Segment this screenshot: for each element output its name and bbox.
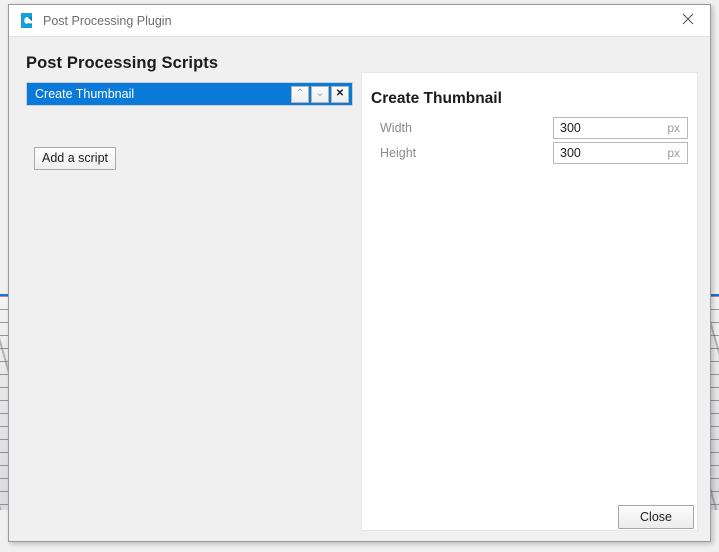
width-unit-label: px xyxy=(667,121,680,135)
scripts-heading: Post Processing Scripts xyxy=(26,54,219,72)
width-input[interactable] xyxy=(554,119,656,137)
height-input-wrapper[interactable]: px xyxy=(553,142,688,164)
script-settings-heading: Create Thumbnail xyxy=(371,90,502,107)
width-label: Width xyxy=(380,121,412,135)
add-script-button[interactable]: Add a script xyxy=(34,147,117,170)
height-label: Height xyxy=(380,146,417,160)
width-field-row: Width px xyxy=(371,116,691,140)
script-settings-pane: Create Thumbnail Width px Height px xyxy=(361,72,698,531)
height-field-row: Height px xyxy=(371,141,691,165)
move-down-button[interactable]: ⌄ xyxy=(311,85,329,103)
script-name-label: Create Thumbnail xyxy=(35,87,135,101)
close-button[interactable]: Close xyxy=(618,505,694,529)
dialog-titlebar: Post Processing Plugin xyxy=(9,5,710,37)
dialog-title: Post Processing Plugin xyxy=(43,14,172,28)
post-processing-plugin-dialog: Post Processing Plugin Post Processing S… xyxy=(8,4,711,542)
height-input[interactable] xyxy=(554,144,656,162)
close-icon xyxy=(682,12,694,30)
script-row-actions: ⌃ ⌄ ✕ xyxy=(291,85,352,103)
width-input-wrapper[interactable]: px xyxy=(553,117,688,139)
scripts-list[interactable]: Create Thumbnail ⌃ ⌄ ✕ xyxy=(26,82,353,106)
move-up-button[interactable]: ⌃ xyxy=(291,85,309,103)
titlebar-close-button[interactable] xyxy=(666,5,710,36)
dialog-body: Post Processing Scripts Create Thumbnail… xyxy=(9,37,710,542)
scripts-pane: Post Processing Scripts Create Thumbnail… xyxy=(9,37,361,542)
dialog-footer: Close xyxy=(9,497,710,541)
list-item[interactable]: Create Thumbnail ⌃ ⌄ ✕ xyxy=(27,83,352,105)
remove-script-button[interactable]: ✕ xyxy=(331,85,349,103)
capture-one-logo-icon xyxy=(18,12,35,29)
height-unit-label: px xyxy=(667,146,680,160)
